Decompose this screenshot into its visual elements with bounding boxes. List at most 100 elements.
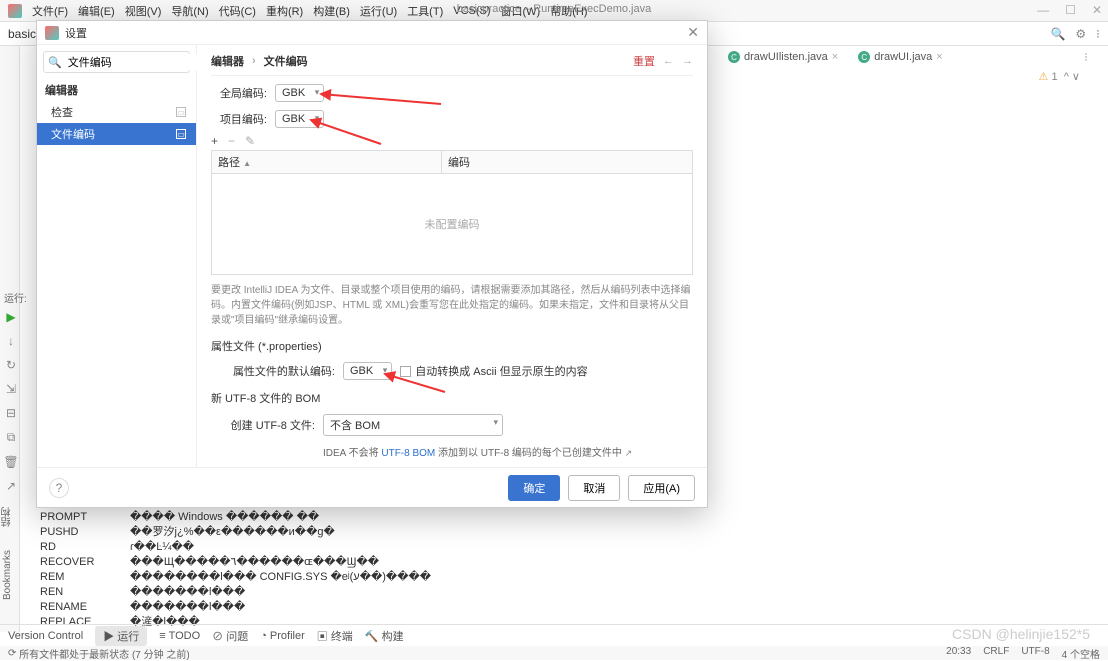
bookmarks-tab[interactable]: Bookmarks — [2, 550, 13, 600]
remove-icon: − — [228, 134, 235, 148]
rerun-icon[interactable]: ↻ — [6, 358, 16, 372]
line-sep[interactable]: CRLF — [983, 646, 1009, 661]
editor-tabs: C drawUIlisten.java × C drawUI.java × ⁝ — [720, 46, 1088, 68]
project-encoding-label: 项目编码: — [211, 111, 267, 127]
tab-problems[interactable]: ⊘ 问题 — [212, 628, 248, 644]
global-encoding-label: 全局编码: — [211, 85, 267, 101]
properties-encoding-label: 属性文件的默认编码: — [225, 363, 335, 379]
more-icon[interactable]: ⁝ — [1096, 27, 1100, 41]
settings-tree: 编辑器 检查▭ 文件编码▭ — [37, 79, 196, 145]
caret-pos[interactable]: 20:33 — [946, 646, 971, 661]
tab-label: drawUI.java — [874, 51, 932, 63]
down-icon[interactable]: ⇲ — [6, 382, 16, 396]
console-cmd: RECOVER — [40, 555, 130, 570]
file-encoding[interactable]: UTF-8 — [1021, 646, 1049, 661]
console-output: PROMPT���� Windows ������ �� PUSHD��罗汐j¿… — [40, 510, 1098, 630]
menu-code[interactable]: 代码(C) — [219, 3, 256, 19]
settings-gear-icon[interactable]: ⚙ — [1075, 27, 1086, 41]
tab-close-icon[interactable]: × — [832, 51, 838, 63]
menu-edit[interactable]: 编辑(E) — [78, 3, 115, 19]
external-link-icon[interactable]: ↗ — [625, 448, 633, 458]
settings-sidebar: 🔍 × 编辑器 检查▭ 文件编码▭ — [37, 45, 197, 467]
reset-link[interactable]: 重置 — [633, 53, 655, 69]
run-icon[interactable]: ▶ — [6, 310, 15, 324]
tab-run[interactable]: ▶ 运行 — [95, 626, 147, 646]
nav-arrows[interactable]: ^ ∨ — [1064, 71, 1080, 83]
global-encoding-combo[interactable]: GBK — [275, 84, 324, 102]
table-empty-text: 未配置编码 — [212, 174, 692, 274]
minimize-icon[interactable]: — — [1037, 3, 1049, 17]
settings-search[interactable]: 🔍 × — [43, 51, 190, 73]
structure-tab[interactable]: 结构 — [0, 507, 15, 527]
tree-file-encodings[interactable]: 文件编码▭ — [37, 123, 196, 145]
settings-content: 编辑器 › 文件编码 重置 ← → 全局编码: GBK 项目编码: GBK + … — [197, 45, 707, 467]
settings-breadcrumb: 编辑器 › 文件编码 重置 ← → — [211, 53, 693, 76]
console-cmd: RD — [40, 540, 130, 555]
tab-version-control[interactable]: Version Control — [8, 630, 83, 642]
tab-build[interactable]: 🔨 构建 — [365, 628, 404, 644]
col-path[interactable]: 路径 ▲ — [212, 151, 442, 173]
bom-combo[interactable]: 不含 BOM — [323, 414, 503, 436]
tab-close-icon[interactable]: × — [936, 51, 942, 63]
forward-icon[interactable]: → — [682, 55, 693, 67]
console-cmd: PUSHD — [40, 525, 130, 540]
vcs-status-icon[interactable]: ⟳ — [8, 648, 16, 659]
menu-view[interactable]: 视图(V) — [125, 3, 162, 19]
stop-icon[interactable]: ↓ — [8, 334, 14, 348]
menu-refactor[interactable]: 重构(R) — [266, 3, 303, 19]
dialog-title: 设置 — [65, 25, 87, 41]
warning-icon[interactable]: ⚠ — [1039, 71, 1049, 83]
tab-terminal[interactable]: ▣ 终端 — [317, 628, 353, 644]
layout-icon[interactable]: ⊟ — [6, 406, 16, 420]
menu-navigate[interactable]: 导航(N) — [171, 3, 208, 19]
window-controls: — ☐ ✕ — [1037, 3, 1102, 17]
back-icon[interactable]: ← — [663, 55, 674, 67]
window-title: basicpractice – RuntimeExecDemo.java — [457, 3, 651, 15]
crumb-editor[interactable]: 编辑器 — [211, 53, 244, 69]
editor-tab-drawui[interactable]: C drawUI.java × — [850, 49, 951, 65]
tree-editor[interactable]: 编辑器 — [37, 79, 196, 101]
search-input[interactable] — [66, 54, 212, 70]
tab-todo[interactable]: ≡ TODO — [159, 630, 200, 642]
tree-inspections[interactable]: 检查▭ — [37, 101, 196, 123]
menu-build[interactable]: 构建(B) — [313, 3, 350, 19]
cancel-button[interactable]: 取消 — [568, 475, 620, 501]
help-icon[interactable]: ? — [49, 478, 69, 498]
search-icon: 🔍 — [48, 56, 62, 69]
run-toolwindow-label[interactable]: 运行: — [0, 290, 27, 306]
close-window-icon[interactable]: ✕ — [1092, 3, 1102, 17]
console-cmd: RENAME — [40, 600, 130, 615]
export-icon[interactable]: ↗ — [6, 479, 16, 493]
crumb-file-encodings: 文件编码 — [264, 53, 308, 69]
menu-run[interactable]: 运行(U) — [360, 3, 397, 19]
editor-tab-drawuilisten[interactable]: C drawUIlisten.java × — [720, 49, 846, 65]
maximize-icon[interactable]: ☐ — [1065, 3, 1076, 17]
menu-tools[interactable]: 工具(T) — [407, 3, 443, 19]
bom-note: IDEA 不会将 UTF-8 BOM 添加到以 UTF-8 编码的每个已创建文件… — [323, 444, 632, 459]
annotation-arrow-icon — [311, 118, 381, 148]
tab-profiler[interactable]: ◔ Profiler — [260, 630, 305, 642]
trash-icon[interactable]: 🗑 — [3, 455, 18, 469]
bottom-tool-tabs: Version Control ▶ 运行 ≡ TODO ⊘ 问题 ◔ Profi… — [0, 624, 1108, 646]
apply-button[interactable]: 应用(A) — [628, 475, 695, 501]
ok-button[interactable]: 确定 — [508, 475, 560, 501]
properties-section-title: 属性文件 (*.properties) — [211, 338, 693, 354]
annotation-arrow-icon — [385, 372, 445, 396]
status-bar: ⟳ 所有文件都处于最新状态 (7 分钟 之前) 20:33 CRLF UTF-8… — [0, 646, 1108, 660]
watermark: CSDN @helinjie152*5 — [952, 626, 1090, 642]
col-encoding[interactable]: 编码 — [442, 151, 476, 173]
dialog-close-icon[interactable]: ✕ — [687, 24, 699, 41]
encoding-table: 路径 ▲ 编码 未配置编码 — [211, 150, 693, 275]
bom-section-title: 新 UTF-8 文件的 BOM — [211, 390, 693, 406]
sort-icon[interactable]: ▲ — [243, 159, 251, 168]
tabs-more-icon[interactable]: ⁝ — [1084, 50, 1088, 64]
indent[interactable]: 4 个空格 — [1062, 646, 1100, 661]
console-text: �������l��� — [130, 585, 245, 600]
settings-dialog: 设置 ✕ 🔍 × 编辑器 检查▭ 文件编码▭ — [36, 20, 708, 508]
search-everywhere-icon[interactable]: 🔍 — [1050, 27, 1065, 41]
add-icon[interactable]: + — [211, 134, 218, 148]
utf8-bom-link[interactable]: UTF-8 BOM — [381, 448, 435, 459]
bom-label: 创建 UTF-8 文件: — [225, 417, 315, 433]
wrap-icon[interactable]: ⧉ — [7, 430, 16, 445]
menu-file[interactable]: 文件(F) — [32, 3, 68, 19]
